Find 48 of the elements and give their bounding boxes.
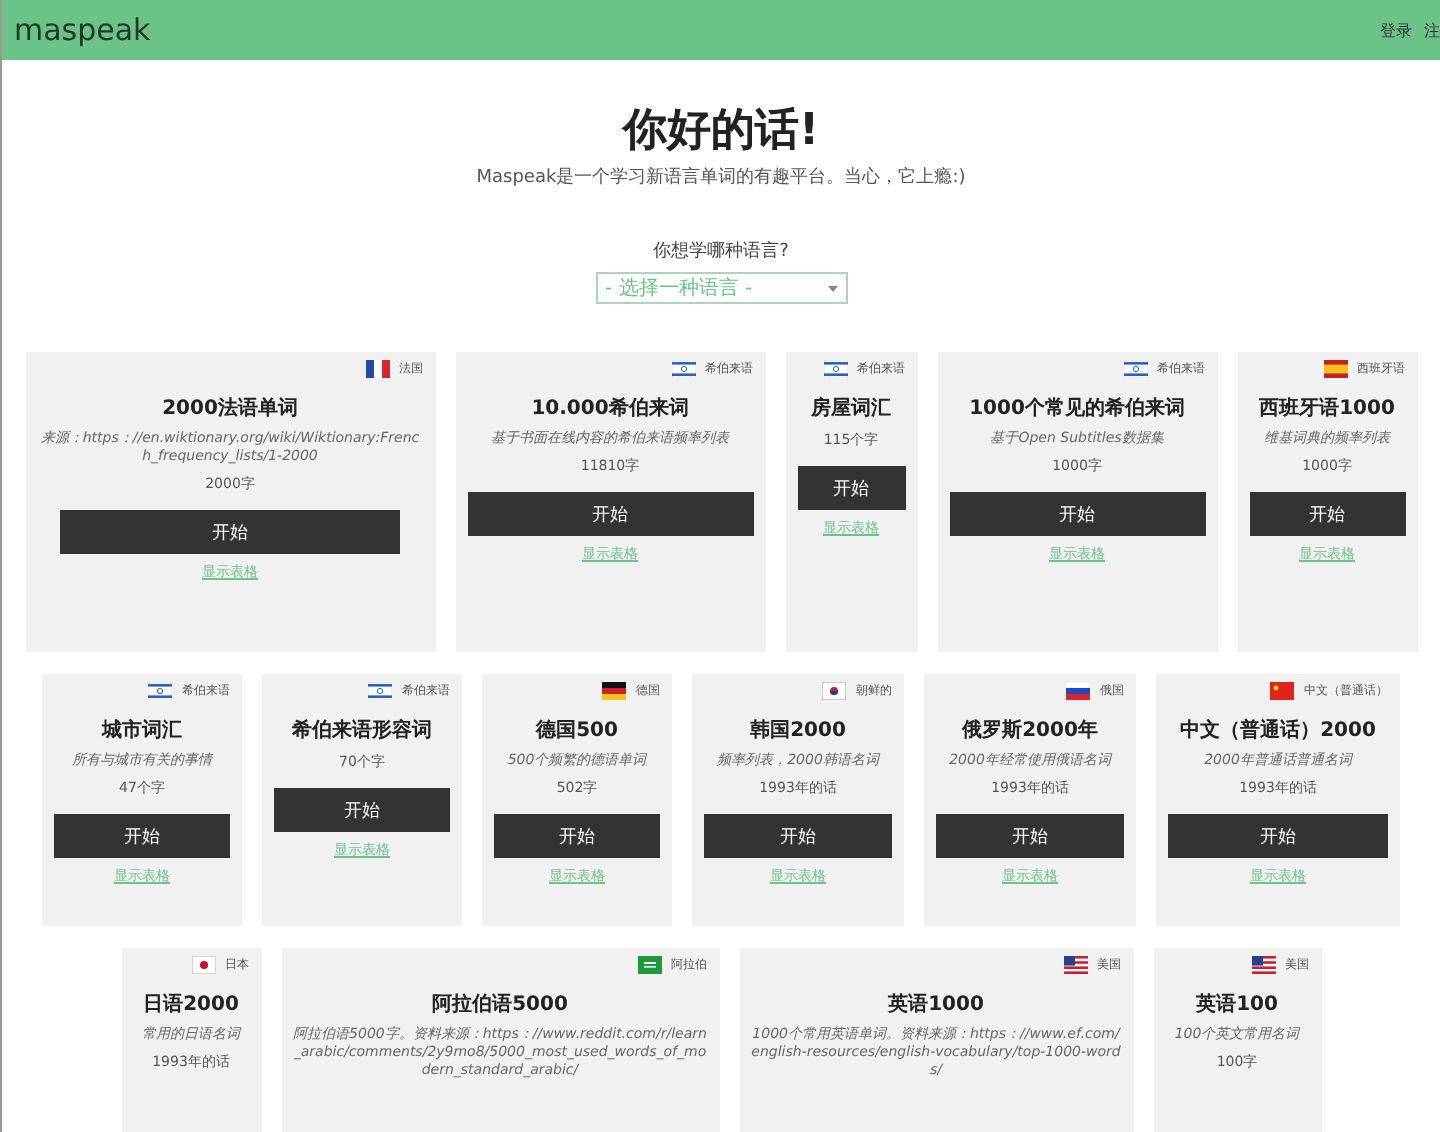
- card-title: 10.000希伯来词: [531, 395, 689, 422]
- card-title: 1000个常见的希伯来词: [969, 395, 1185, 422]
- page-subtitle: Maspeak是一个学习新语言单词的有趣平台。当心，它上瘾:): [476, 165, 966, 190]
- flag-icon: [822, 682, 846, 700]
- start-button[interactable]: 开始: [1249, 492, 1405, 537]
- card-title: 阿拉伯语5000: [432, 991, 568, 1018]
- card-title: 中文（普通话）2000: [1180, 716, 1376, 744]
- start-button[interactable]: 开始: [274, 788, 450, 832]
- card-title: 英语1000: [888, 991, 984, 1018]
- card-title: 日语2000: [143, 991, 239, 1018]
- flag-icon: [1251, 956, 1275, 974]
- nav-link[interactable]: 注: [1424, 19, 1440, 41]
- card-title: 英语100: [1196, 991, 1278, 1018]
- flag-icon: [1323, 360, 1347, 378]
- nav-link[interactable]: 登录: [1380, 19, 1412, 41]
- start-button[interactable]: 开始: [1168, 814, 1388, 859]
- flag-icon: [671, 360, 695, 378]
- start-button[interactable]: 开始: [494, 814, 660, 859]
- card-title: 房屋词汇: [811, 394, 891, 422]
- flag-icon: [148, 682, 172, 700]
- start-button[interactable]: 开始: [797, 466, 905, 510]
- flag-icon: [1270, 682, 1294, 700]
- start-button[interactable]: 开始: [704, 814, 892, 859]
- flag-icon: [1066, 682, 1090, 700]
- dropdown-caret-icon: [827, 285, 837, 291]
- logo[interactable]: maspeak: [14, 12, 151, 48]
- start-button[interactable]: 开始: [467, 492, 753, 537]
- card-title: 希伯来语形容词: [292, 716, 432, 744]
- select-label: 你想学哪种语言?: [653, 239, 789, 264]
- flag-icon: [365, 360, 389, 378]
- card-title: 韩国2000: [750, 717, 846, 744]
- flag-icon: [823, 360, 847, 378]
- card-title: 德国500: [536, 717, 618, 744]
- flag-icon: [1123, 360, 1147, 378]
- start-button[interactable]: 开始: [949, 492, 1205, 537]
- start-button[interactable]: 开始: [60, 510, 400, 555]
- flag-icon: [368, 682, 392, 700]
- card-title: 西班牙语1000: [1259, 395, 1395, 422]
- page-title: 你好的话!: [622, 104, 820, 160]
- card-title: 俄罗斯2000年: [962, 717, 1098, 744]
- flag-icon: [637, 956, 661, 974]
- flag-icon: [191, 956, 215, 974]
- flag-icon: [602, 682, 626, 700]
- card-title: 2000法语单词: [162, 395, 298, 422]
- start-button[interactable]: 开始: [54, 814, 230, 859]
- start-button[interactable]: 开始: [936, 814, 1124, 859]
- card-title: 城市词汇: [102, 716, 182, 744]
- flag-icon: [1063, 956, 1087, 974]
